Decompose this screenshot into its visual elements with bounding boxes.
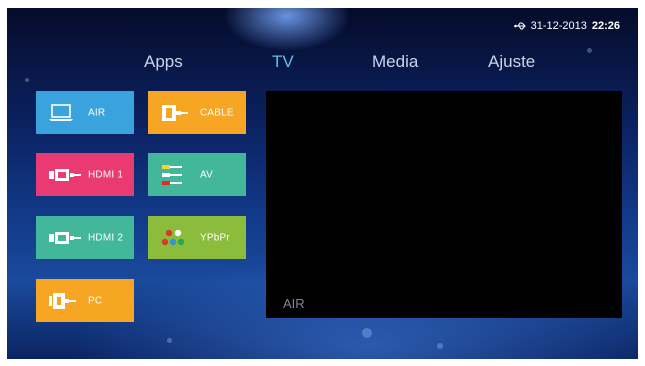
source-label: AV: [200, 169, 213, 180]
tv-preview-window[interactable]: AIR: [266, 91, 622, 318]
bokeh-dot: [25, 78, 29, 82]
status-time: 22:26: [591, 20, 620, 32]
source-label: AIR: [88, 107, 106, 118]
source-label: CABLE: [200, 107, 234, 118]
av-icon: [162, 164, 182, 185]
usb-icon: [513, 22, 526, 30]
tab-tv[interactable]: TV: [272, 52, 294, 72]
source-tile-ypbpr[interactable]: YPbPr: [148, 216, 246, 259]
source-tile-hdmi-2[interactable]: HDMI 2: [36, 216, 134, 259]
cable-icon: [162, 104, 188, 121]
status-bar: 31-12-2013 22:26: [513, 20, 620, 32]
ypbpr-icon: [161, 229, 185, 245]
status-date: 31-12-2013: [530, 20, 587, 32]
tab-apps[interactable]: Apps: [144, 52, 183, 72]
source-tile-hdmi-1[interactable]: HDMI 1: [36, 153, 134, 196]
preview-source-label: AIR: [283, 296, 305, 311]
source-tile-pc[interactable]: PC: [36, 279, 134, 322]
bokeh-dot: [437, 343, 443, 349]
bokeh-dot: [167, 338, 172, 343]
hdmi-icon: [49, 168, 81, 181]
hdmi-icon: [49, 231, 81, 244]
source-label: YPbPr: [200, 232, 230, 243]
tab-media[interactable]: Media: [372, 52, 418, 72]
source-label: HDMI 1: [88, 169, 124, 180]
pc-icon: [49, 292, 76, 309]
tv-home-screen: 31-12-2013 22:26 Apps TV Media Ajuste AI…: [7, 8, 638, 359]
tab-ajuste[interactable]: Ajuste: [488, 52, 535, 72]
source-tile-av[interactable]: AV: [148, 153, 246, 196]
source-tile-cable[interactable]: CABLE: [148, 91, 246, 134]
source-label: PC: [88, 295, 103, 306]
main-nav: Apps TV Media Ajuste: [7, 52, 638, 76]
source-tile-air[interactable]: AIR: [36, 91, 134, 134]
laptop-icon: [49, 103, 73, 121]
bokeh-dot: [362, 328, 372, 338]
source-label: HDMI 2: [88, 232, 124, 243]
